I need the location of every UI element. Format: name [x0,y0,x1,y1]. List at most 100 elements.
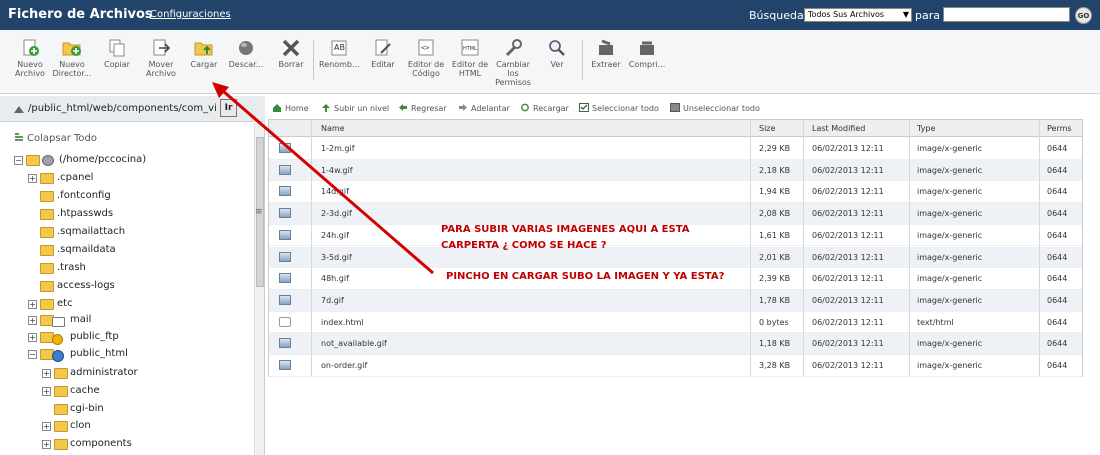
cell-size: 2,08 KB [759,209,791,219]
table-row[interactable]: not_available.gif 1,18 KB 06/02/2013 12:11… [269,333,1082,355]
column-size[interactable]: Size [759,124,775,133]
back-button[interactable]: Regresar [398,103,447,113]
cell-size: 1,61 KB [759,230,791,240]
cell-name[interactable]: 2-3d.gif [321,209,352,218]
column-last-modified[interactable]: Last Modified [812,124,865,133]
tree-item-trash[interactable]: .trash [28,261,178,277]
cell-perms: 0644 [1047,209,1068,219]
folder-icon [40,299,54,310]
home-folder-icon [13,104,25,114]
up-level-button[interactable]: Subir un nivel [321,103,389,113]
tree-root[interactable]: − (/home/pccocina) [14,153,214,169]
column-perms[interactable]: Perms [1047,124,1072,133]
tree-item-sqmaildata[interactable]: .sqmaildata [28,243,178,259]
code-editor-button[interactable]: <> Editor de Código [406,39,446,78]
tree-item-administrator[interactable]: + administrator [42,366,192,382]
expand-icon[interactable]: + [28,316,37,325]
tree-item-cpanel[interactable]: + .cpanel [28,171,178,187]
tree-item-cgi-bin[interactable]: cgi-bin [42,402,192,418]
table-row[interactable]: 1-2m.gif 2,29 KB 06/02/2013 12:11 image/x-g… [269,138,1082,160]
table-row[interactable]: on-order.gif 3,28 KB 06/02/2013 12:11 image… [269,355,1082,377]
table-row[interactable]: index.html 0 bytes 06/02/2013 12:11 text/ht… [269,312,1082,334]
select-all-button[interactable]: Seleccionar todo [579,103,659,113]
path-input[interactable]: /public_html/web/components/com_virtu [28,101,216,117]
html-editor-button[interactable]: HTML Editor de HTML [450,39,490,78]
cell-type: image/x-generic [917,361,983,370]
expand-icon[interactable]: + [42,422,51,431]
view-button[interactable]: Ver [537,39,577,69]
tree-item-access-logs[interactable]: access-logs [28,279,178,295]
download-button[interactable]: Descar... [226,39,266,69]
expand-icon[interactable]: + [42,369,51,378]
compress-button[interactable]: Compri... [627,39,667,69]
tree-item-label: access-logs [57,280,115,291]
tree-item-cache[interactable]: + cache [42,384,192,400]
tree-item-mail[interactable]: + mail [28,313,178,329]
image-file-icon [279,273,291,284]
tree-scrollbar[interactable] [254,123,264,455]
tree-item-etc[interactable]: + etc [28,297,178,313]
table-row[interactable]: 2-3d.gif 2,08 KB 06/02/2013 12:11 image/x-g… [269,203,1082,225]
cell-name[interactable]: on-order.gif [321,361,367,370]
collapse-all-button[interactable]: Colapsar Todo [14,133,97,144]
settings-link[interactable]: Configuraciones [150,9,231,20]
copy-button[interactable]: Copiar [97,39,137,69]
expand-icon[interactable]: + [28,174,37,183]
delete-button[interactable]: Borrar [271,39,311,69]
change-permissions-button[interactable]: Cambiar los Permisos [493,39,533,87]
edit-button[interactable]: Editar [363,39,403,69]
delete-icon [281,39,301,57]
forward-button[interactable]: Adelantar [458,103,510,113]
cell-last-modified: 06/02/2013 12:11 [812,295,884,305]
rename-button[interactable]: AB Renomb... [319,39,360,69]
deselect-all-button[interactable]: Unseleccionar todo [670,103,760,113]
column-name[interactable]: Name [321,124,345,133]
tree-item-sqmailattach[interactable]: .sqmailattach [28,225,178,241]
tree-item-htpasswds[interactable]: .htpasswds [28,207,178,223]
expand-icon[interactable]: + [42,387,51,396]
move-file-button[interactable]: Mover Archivo [141,39,181,78]
cell-name[interactable]: 7d.gif [321,296,344,305]
tree-item-label: .sqmailattach [57,226,126,237]
collapse-icon[interactable]: − [28,350,37,359]
collapse-icon[interactable]: − [14,156,23,165]
cell-name[interactable]: index.html [321,318,364,327]
table-row[interactable]: 7d.gif 1,78 KB 06/02/2013 12:11 image/x-gen… [269,289,1082,312]
tree-item-public-ftp[interactable]: + public_ftp [28,330,178,346]
tree-root-label: (/home/pccocina) [59,154,147,165]
search-go-button[interactable]: GO [1075,7,1092,24]
expand-icon[interactable]: + [42,440,51,449]
expand-icon[interactable]: + [28,333,37,342]
tree-item-public-html[interactable]: − public_html [28,347,178,363]
expand-icon[interactable]: + [28,300,37,309]
cell-name[interactable]: 48h.gif [321,274,349,283]
table-row[interactable]: 3-5d.gif 2,01 KB 06/02/2013 12:11 image/x-g… [269,246,1082,269]
cell-name[interactable]: 1-2m.gif [321,144,355,153]
cell-name[interactable]: 3-5d.gif [321,253,352,262]
column-type[interactable]: Type [917,124,935,133]
tree-item-components[interactable]: + components [42,437,192,453]
panel-splitter-handle[interactable]: ≡ [255,207,263,217]
home-button[interactable]: Home [272,103,309,113]
reload-button[interactable]: Recargar [520,103,569,113]
new-folder-button[interactable]: Nuevo Director... [52,39,92,78]
toolbar-separator [313,40,314,80]
cell-type: image/x-generic [917,187,983,197]
extract-button[interactable]: Extraer [586,39,626,69]
cell-name[interactable]: 24h.gif [321,231,349,240]
new-file-button[interactable]: Nuevo Archivo [10,39,50,78]
path-go-button[interactable]: Ir [220,99,237,117]
cell-name[interactable]: 1-4w.gif [321,166,353,175]
table-row[interactable]: 1-4w.gif 2,18 KB 06/02/2013 12:11 image/x-g… [269,159,1082,182]
search-scope-select[interactable]: Todos Sus Archivos ▼ [804,8,912,22]
tree-item-clon[interactable]: + clon [42,419,192,435]
cell-size: 2,01 KB [759,252,791,262]
search-input[interactable] [943,7,1070,22]
cell-name[interactable]: not_available.gif [321,339,387,348]
tree-item-fontconfig[interactable]: .fontconfig [28,189,178,205]
upload-button[interactable]: Cargar [184,39,224,69]
cell-name[interactable]: 14d.gif [321,187,349,196]
folder-icon [40,227,54,238]
table-row[interactable]: 14d.gif 1,94 KB 06/02/2013 12:11 image/x-ge… [269,181,1082,204]
tree-item-label: .fontconfig [57,190,111,201]
